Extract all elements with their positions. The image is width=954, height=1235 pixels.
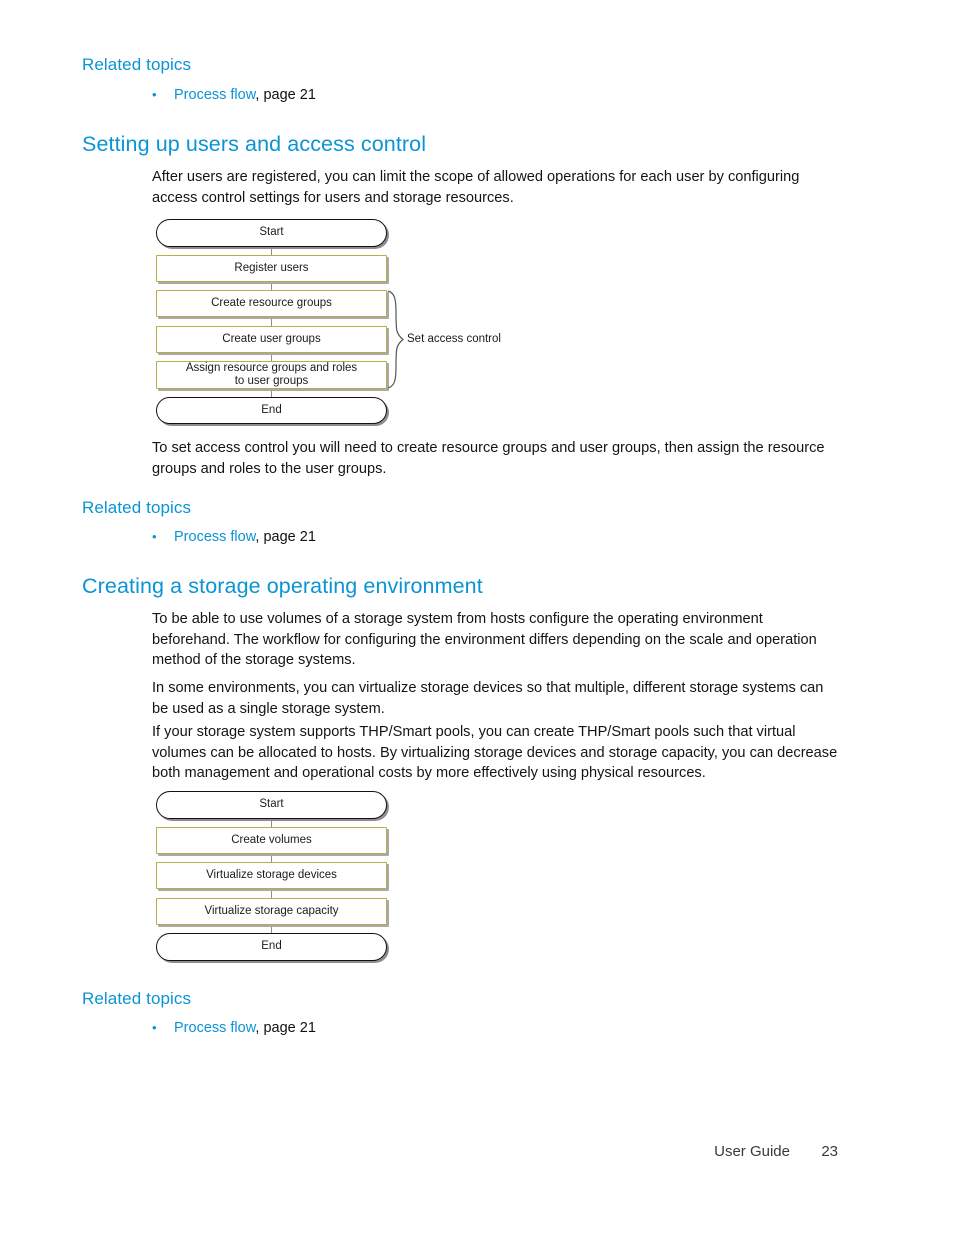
process-flow-link-2[interactable]: Process flow xyxy=(174,529,255,545)
related-topics-heading-2: Related topics xyxy=(82,498,192,517)
paragraph-storage-environment-2: In some environments, you can virtualize… xyxy=(152,680,824,717)
flow-node-virtualize-storage-capacity: Virtualize storage capacity xyxy=(156,898,387,925)
flow-node-end: End xyxy=(156,933,387,961)
paragraph-storage-environment-1: To be able to use volumes of a storage s… xyxy=(152,611,817,668)
flow-node-start: Start xyxy=(156,791,387,819)
related-topics-bullet-2: • Process flow, page 21 xyxy=(152,529,316,545)
process-flow-link-3[interactable]: Process flow xyxy=(174,1020,255,1036)
set-access-control-brace xyxy=(387,290,405,389)
flow-node-create-resource-groups: Create resource groups xyxy=(156,290,387,317)
bullet-dot-icon: • xyxy=(152,1020,157,1035)
flow-node-create-volumes: Create volumes xyxy=(156,827,387,854)
related-topics-heading-1: Related topics xyxy=(82,55,192,74)
related-topics-heading-3: Related topics xyxy=(82,989,192,1008)
bullet-dot-icon: • xyxy=(152,87,157,102)
bullet-dot-icon: • xyxy=(152,529,157,544)
process-flow-link-1[interactable]: Process flow xyxy=(174,87,255,103)
footer-document-title: User Guide xyxy=(714,1143,790,1160)
flow-node-assign-resource-groups: Assign resource groups and roles to user… xyxy=(156,361,387,389)
page-footer: User Guide 23 xyxy=(0,1143,838,1160)
section-heading-storage-environment: Creating a storage operating environment xyxy=(82,574,483,598)
section-heading-access-control: Setting up users and access control xyxy=(82,132,427,156)
set-access-control-brace-label: Set access control xyxy=(407,333,501,345)
footer-page-number: 23 xyxy=(821,1143,838,1160)
process-flow-page-ref-2: , page 21 xyxy=(255,529,316,545)
flow-node-start: Start xyxy=(156,219,387,247)
related-topics-bullet-3: • Process flow, page 21 xyxy=(152,1020,316,1036)
process-flow-page-ref-1: , page 21 xyxy=(255,87,316,103)
flow-node-register-users: Register users xyxy=(156,255,387,282)
flow-node-end: End xyxy=(156,397,387,424)
paragraph-storage-environment-3: If your storage system supports THP/Smar… xyxy=(152,724,838,781)
paragraph-access-control-closing: To set access control you will need to c… xyxy=(152,440,825,477)
flow-node-virtualize-storage-devices: Virtualize storage devices xyxy=(156,862,387,889)
paragraph-access-control-intro: After users are registered, you can limi… xyxy=(152,169,800,206)
flow-node-create-user-groups: Create user groups xyxy=(156,326,387,353)
process-flow-page-ref-3: , page 21 xyxy=(255,1020,316,1036)
related-topics-bullet-1: • Process flow, page 21 xyxy=(152,87,316,103)
document-page: Related topics • Process flow, page 21 Se… xyxy=(0,0,954,1235)
